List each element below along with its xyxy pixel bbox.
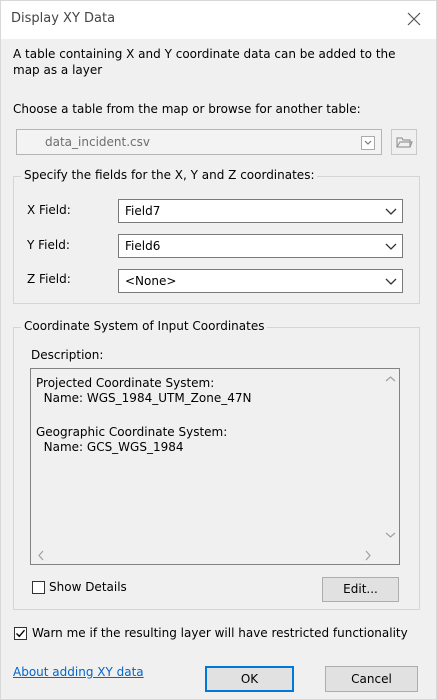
y-field-value: Field6 bbox=[125, 239, 161, 253]
fields-group-legend: Specify the fields for the X, Y and Z co… bbox=[21, 168, 318, 182]
intro-text-line1: A table containing X and Y coordinate da… bbox=[13, 47, 396, 61]
window-title: Display XY Data bbox=[11, 11, 116, 26]
x-field-select[interactable]: Field7 bbox=[118, 199, 403, 223]
intro-text-line2: map as a layer bbox=[13, 63, 103, 77]
description-line-2: Name: WGS_1984_UTM_Zone_47N bbox=[36, 391, 252, 405]
cancel-button[interactable]: Cancel bbox=[325, 666, 418, 692]
y-field-label: Y Field: bbox=[27, 238, 70, 252]
warn-label: Warn me if the resulting layer will have… bbox=[32, 626, 408, 640]
checkmark-icon bbox=[16, 629, 26, 638]
chevron-down-icon bbox=[385, 243, 397, 250]
display-xy-data-dialog: Display XY Data A table containing X and… bbox=[0, 0, 437, 700]
description-line-4: Name: GCS_WGS_1984 bbox=[36, 440, 184, 454]
table-combo-value: data_incident.csv bbox=[45, 135, 150, 149]
chevron-down-icon bbox=[385, 208, 397, 215]
z-field-label: Z Field: bbox=[27, 272, 71, 286]
description-line-1: Projected Coordinate System: bbox=[36, 376, 215, 390]
x-field-value: Field7 bbox=[125, 204, 161, 218]
scroll-down-icon[interactable] bbox=[385, 531, 396, 539]
y-field-select[interactable]: Field6 bbox=[118, 234, 403, 258]
description-box[interactable]: Projected Coordinate System: Name: WGS_1… bbox=[30, 368, 400, 565]
description-line-3: Geographic Coordinate System: bbox=[36, 425, 228, 439]
show-details-label: Show Details bbox=[49, 580, 127, 594]
browse-folder-icon[interactable] bbox=[391, 129, 417, 155]
show-details-checkbox[interactable] bbox=[32, 581, 45, 594]
vertical-scrollbar[interactable] bbox=[382, 369, 399, 547]
description-label: Description: bbox=[31, 348, 104, 362]
scroll-right-icon[interactable] bbox=[364, 550, 372, 561]
scroll-up-icon[interactable] bbox=[385, 375, 396, 383]
z-field-value: <None> bbox=[125, 274, 177, 288]
chevron-down-icon bbox=[361, 136, 375, 150]
horizontal-scrollbar[interactable] bbox=[31, 547, 382, 564]
chevron-down-icon bbox=[385, 278, 397, 285]
title-bar: Display XY Data bbox=[1, 1, 436, 39]
ok-button[interactable]: OK bbox=[205, 666, 294, 692]
table-combo[interactable]: data_incident.csv bbox=[16, 129, 382, 155]
scroll-left-icon[interactable] bbox=[37, 550, 45, 561]
x-field-label: X Field: bbox=[27, 203, 71, 217]
z-field-select[interactable]: <None> bbox=[118, 269, 403, 293]
coordinate-system-legend: Coordinate System of Input Coordinates bbox=[21, 319, 268, 333]
about-xy-data-link[interactable]: About adding XY data bbox=[13, 665, 144, 679]
table-chooser-label: Choose a table from the map or browse fo… bbox=[13, 102, 361, 116]
edit-button[interactable]: Edit... bbox=[322, 577, 399, 602]
warn-checkbox[interactable] bbox=[14, 627, 27, 640]
close-icon[interactable] bbox=[404, 9, 424, 29]
